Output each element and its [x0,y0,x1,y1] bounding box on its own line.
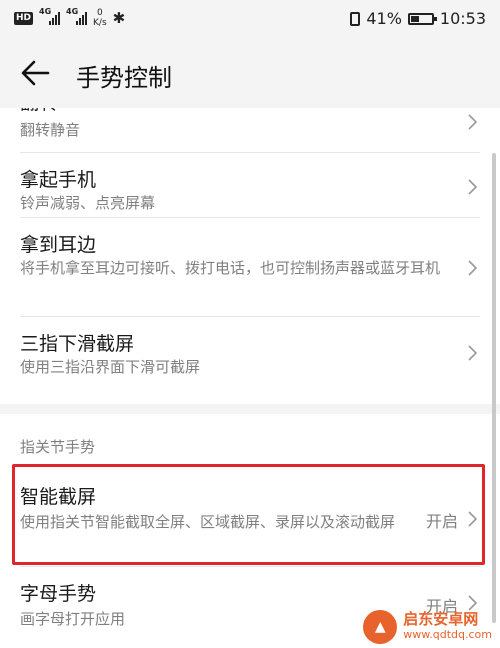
status-right: 41% 10:53 [350,9,486,28]
clock: 10:53 [439,9,486,28]
list-item-three-finger[interactable]: 三指下滑截屏 使用三指沿界面下滑可截屏 [0,317,500,387]
list-item-pickup[interactable]: 拿起手机 铃声减弱、点亮屏幕 [0,153,500,217]
status-bar: HD 4G 4G 0 K/s ✱ 41% 10:53 [0,0,500,38]
list-item-ear[interactable]: 拿到耳边 将手机拿至耳边可接听、拨打电话，也可控制扬声器或蓝牙耳机 [0,218,500,316]
vibrate-icon [350,11,361,26]
network-speed: 0 K/s [93,8,107,28]
page-title: 手势控制 [76,64,172,92]
gesture-card: 翻转 翻转静音 拿起手机 铃声减弱、点亮屏幕 拿到耳边 将手机拿至耳边可接听、拨… [0,108,500,404]
watermark: ▲ 启东安卓网 www.qdtdq.com [363,610,492,644]
status-left: HD 4G 4G 0 K/s ✱ [14,7,126,28]
chevron-right-icon [468,114,478,130]
watermark-url: www.qdtdq.com [403,628,492,641]
battery-percent: 41% [366,9,402,28]
settings-list: 翻转 翻转静音 拿起手机 铃声减弱、点亮屏幕 拿到耳边 将手机拿至耳边可接听、拨… [0,108,500,648]
chevron-right-icon [468,179,478,195]
hd-badge: HD [14,11,34,25]
highlight-box [12,464,485,565]
watermark-name: 启东安卓网 [403,610,479,628]
bluetooth-icon: ✱ [112,9,126,27]
list-item-flip[interactable]: 翻转 翻转静音 [0,108,500,152]
chevron-right-icon [468,595,478,611]
watermark-logo-icon: ▲ [363,610,398,644]
back-arrow-icon[interactable] [18,56,52,90]
battery-icon [407,12,437,25]
chevron-right-icon [468,345,478,361]
chevron-right-icon [468,260,478,276]
scrollbar[interactable] [492,153,496,623]
section-header: 指关节手势 [20,438,96,456]
signal-2-icon: 4G [66,7,88,25]
signal-1-icon: 4G [39,7,61,25]
app-bar: 手势控制 [0,38,500,108]
